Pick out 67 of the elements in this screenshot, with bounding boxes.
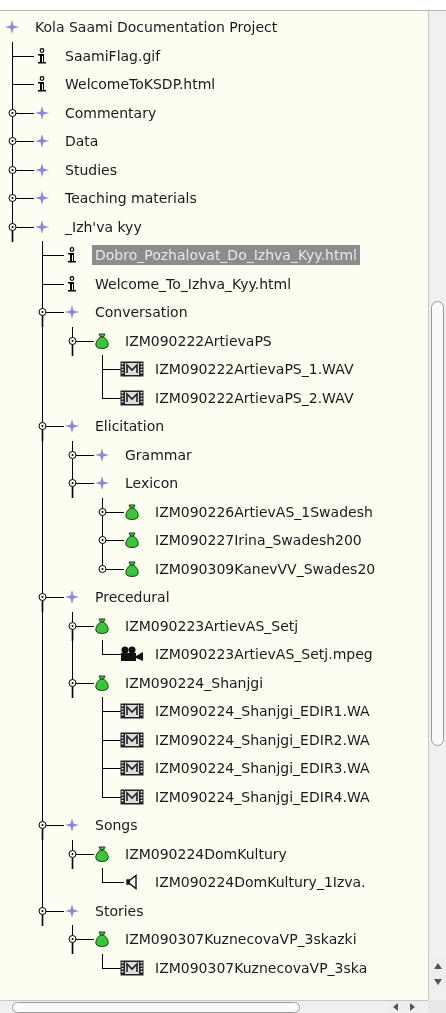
tree-item[interactable]: Elicitation: [92, 416, 168, 437]
film-icon: [120, 731, 144, 748]
tree-item[interactable]: IZM090224_Shanjgi_EDIR2.WA: [152, 729, 373, 750]
bag-icon: [94, 931, 110, 948]
expander-icon[interactable]: [67, 934, 78, 954]
film-icon: [120, 703, 144, 720]
bag-icon: [94, 332, 110, 349]
bag-icon: [94, 674, 110, 691]
bag-icon: [94, 845, 110, 862]
tree-item[interactable]: Kola Saami Documentation Project: [32, 17, 281, 38]
tree-item[interactable]: Lexicon: [122, 473, 182, 494]
bag-icon: [124, 503, 140, 520]
tree-item[interactable]: IZM090224_Shanjgi_EDIR1.WA: [152, 701, 373, 722]
tree-item[interactable]: IZM090307KuznecovaVP_3skazki: [122, 929, 360, 950]
film-icon: [120, 760, 144, 777]
tree-item[interactable]: IZM090224DomKultury: [122, 843, 290, 864]
film-icon: [120, 788, 144, 805]
expander-icon[interactable]: [37, 820, 48, 840]
expander-icon[interactable]: [67, 478, 78, 498]
tree-item[interactable]: IZM090222ArtievaPS_2.WAV: [152, 387, 357, 408]
camera-icon: [120, 646, 144, 663]
tree-item[interactable]: IZM090222ArtievaPS_1.WAV: [152, 359, 357, 380]
tree-item[interactable]: Teaching materials: [62, 188, 200, 209]
vertical-scrollbar[interactable]: [428, 11, 446, 1000]
tree-item[interactable]: Grammar: [122, 444, 195, 465]
tree-item[interactable]: IZM090226ArtievAS_1Swadesh: [152, 501, 376, 522]
expander-icon[interactable]: [37, 307, 48, 327]
tree-item[interactable]: IZM090227Irina_Swadesh200: [152, 530, 365, 551]
tree-item[interactable]: _Izh'va kyy: [62, 216, 145, 237]
scrollbar-corner: [428, 1000, 446, 1013]
expander-icon[interactable]: [67, 335, 78, 356]
tree-item[interactable]: Welcome_To_Izhva_Kyy.html: [92, 273, 295, 294]
tree-item[interactable]: IZM090223ArtievAS_Setj.mpeg: [152, 644, 376, 665]
tree-item[interactable]: Precedural: [92, 587, 173, 608]
tree-item[interactable]: IZM090307KuznecovaVP_3ska: [152, 957, 371, 978]
bag-icon: [94, 617, 110, 634]
expander-icon[interactable]: [37, 905, 48, 926]
tree-item[interactable]: WelcomeToKSDP.html: [62, 74, 219, 95]
bag-icon: [124, 532, 140, 549]
tree-item[interactable]: IZM090224_Shanjgi: [122, 672, 267, 693]
film-icon: [120, 361, 144, 378]
tree-item[interactable]: IZM090224_Shanjgi_EDIR3.WA: [152, 758, 373, 779]
horizontal-scrollbar[interactable]: [0, 1000, 428, 1013]
tree-item[interactable]: Conversation: [92, 302, 191, 323]
scroll-thumb[interactable]: [431, 301, 444, 746]
expander-icon[interactable]: [67, 848, 78, 869]
tree-item[interactable]: Stories: [92, 900, 147, 921]
film-icon: [120, 389, 144, 406]
tree-item[interactable]: IZM090309KanevVV_Swades20: [152, 558, 379, 579]
tree-item[interactable]: SaamiFlag.gif: [62, 45, 164, 66]
expander-icon[interactable]: [67, 677, 78, 698]
film-icon: [120, 959, 144, 976]
tree-item[interactable]: Commentary: [62, 102, 160, 123]
bag-icon: [124, 560, 140, 577]
tree-item[interactable]: IZM090223ArtievAS_Setj: [122, 615, 302, 636]
expander-icon[interactable]: [37, 592, 48, 612]
scroll-thumb[interactable]: [12, 1002, 300, 1013]
expander-icon[interactable]: [37, 421, 48, 441]
speaker-icon: [124, 874, 140, 891]
tree-item[interactable]: Songs: [92, 815, 141, 836]
tree-item[interactable]: IZM090224DomKultury_1Izva.: [152, 872, 369, 893]
expander-icon[interactable]: [7, 221, 18, 242]
tree-item[interactable]: Data: [62, 131, 102, 152]
expander-icon[interactable]: [67, 620, 78, 641]
tree-item[interactable]: IZM090224_Shanjgi_EDIR4.WA: [152, 786, 373, 807]
tree-item[interactable]: Studies: [62, 159, 120, 180]
tree-item[interactable]: IZM090222ArtievaPS: [122, 330, 275, 351]
